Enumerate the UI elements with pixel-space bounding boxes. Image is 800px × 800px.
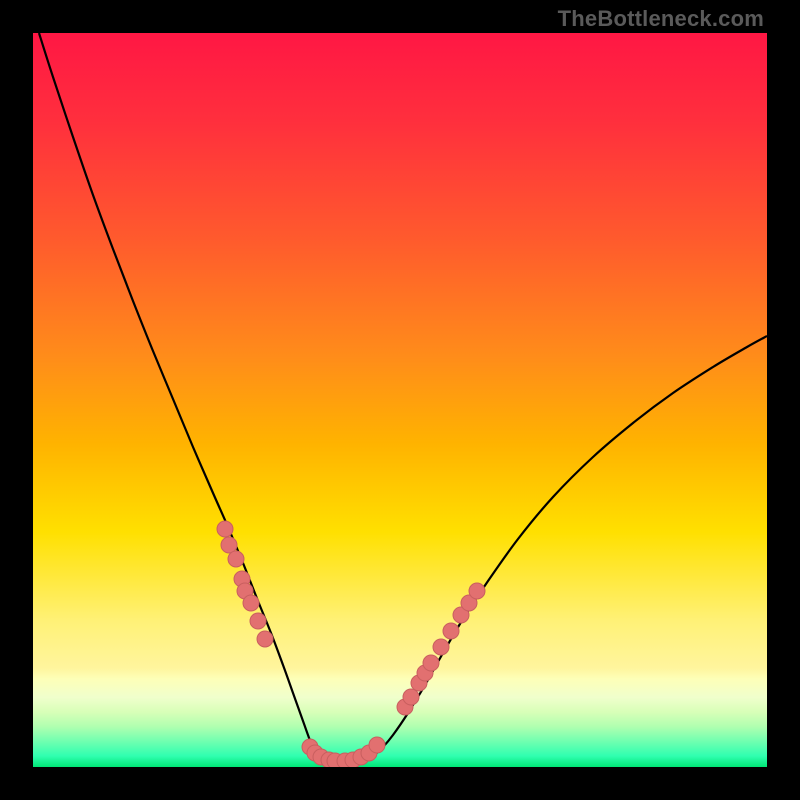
data-dot [423,655,439,671]
data-dot [221,537,237,553]
plot-area [33,33,767,767]
bottleneck-curve [39,33,767,763]
chart-frame: TheBottleneck.com [0,0,800,800]
data-dot [369,737,385,753]
data-dot [469,583,485,599]
data-dot [443,623,459,639]
data-dot [243,595,259,611]
data-dot [257,631,273,647]
data-dot [228,551,244,567]
data-dot [217,521,233,537]
curve-layer [33,33,767,767]
data-dot [250,613,266,629]
data-dot [433,639,449,655]
data-dot [403,689,419,705]
watermark-text: TheBottleneck.com [558,6,764,32]
data-dots [217,521,485,767]
